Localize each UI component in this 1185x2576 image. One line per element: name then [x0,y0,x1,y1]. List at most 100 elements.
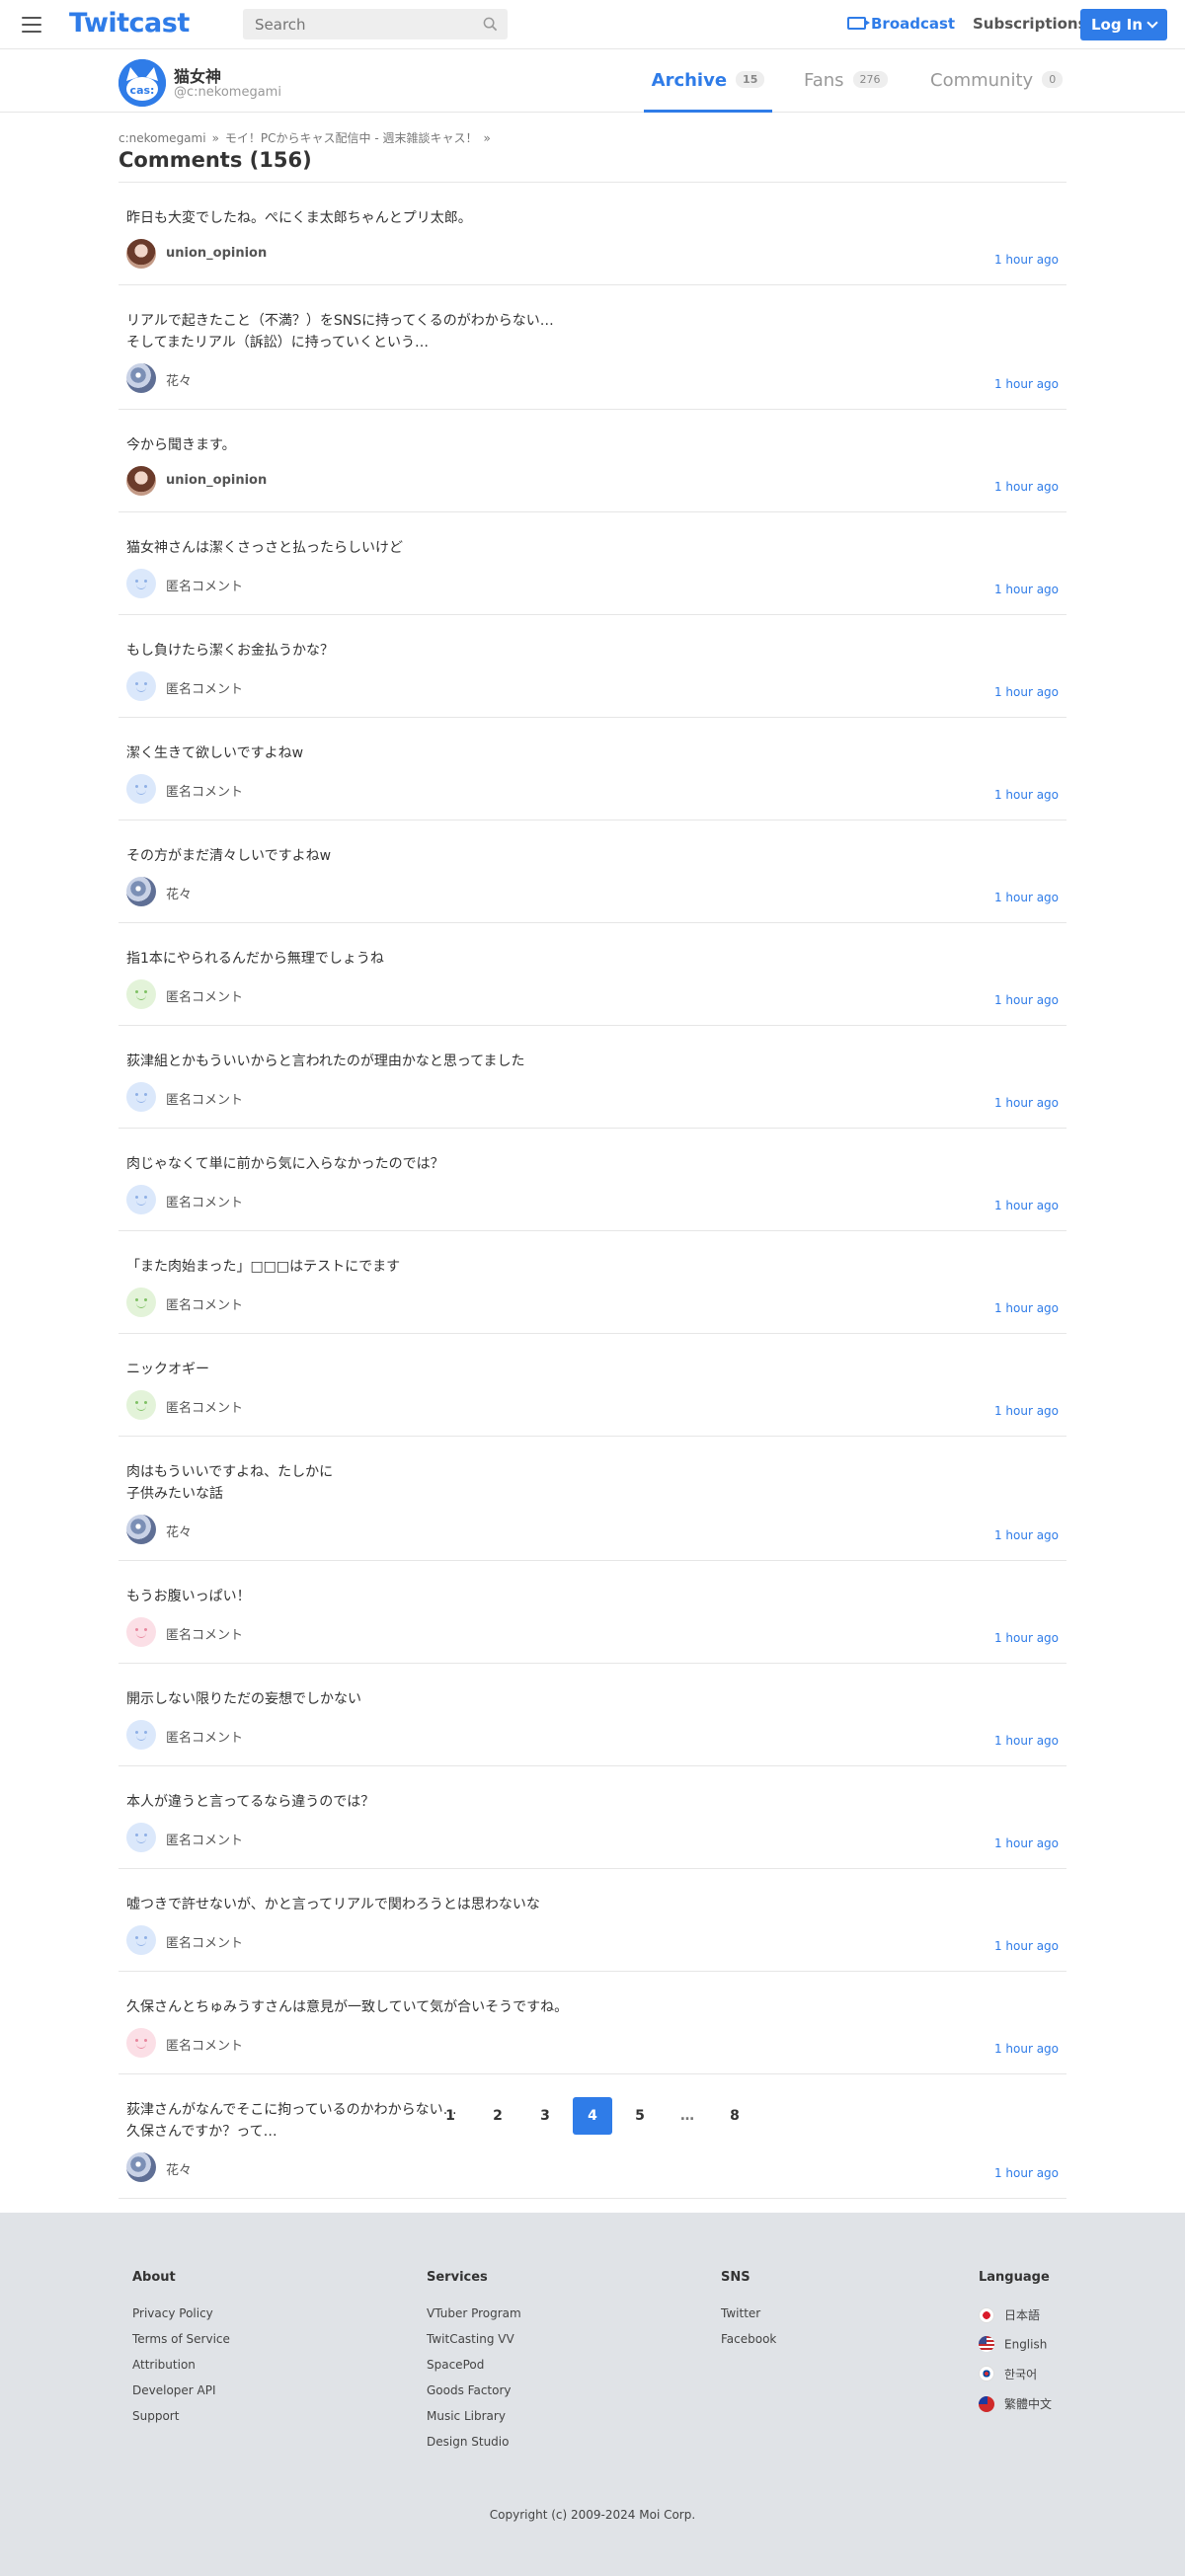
subscriptions-link[interactable]: Subscriptions [973,15,1087,33]
comment-username[interactable]: 匿名コメント [166,576,243,594]
footer-link-design-studio[interactable]: Design Studio [427,2435,521,2449]
tab-community[interactable]: Community 0 [930,49,1064,113]
comment-timestamp[interactable]: 1 hour ago [994,685,1059,699]
page-link-5[interactable]: 5 [620,2097,660,2135]
comment-timestamp[interactable]: 1 hour ago [994,377,1059,391]
language-option-en[interactable]: English [979,2335,1052,2353]
comment-timestamp[interactable]: 1 hour ago [994,891,1059,904]
comment-username[interactable]: 花々 [166,2159,192,2178]
comment-timestamp[interactable]: 1 hour ago [994,1096,1059,1110]
comment-timestamp[interactable]: 1 hour ago [994,1631,1059,1645]
comment-username[interactable]: 匿名コメント [166,2035,243,2054]
footer-link-vtuber[interactable]: VTuber Program [427,2306,521,2320]
footer-link-facebook[interactable]: Facebook [721,2332,776,2346]
comment-username[interactable]: 匿名コメント [166,1294,243,1313]
comment-item: 猫女神さんは潔くさっさと払ったらしいけど 匿名コメント 1 hour ago [118,512,1066,615]
comment-timestamp[interactable]: 1 hour ago [994,1528,1059,1542]
comment-timestamp[interactable]: 1 hour ago [994,993,1059,1007]
user-avatar[interactable] [126,1515,156,1544]
footer-link-spacepod[interactable]: SpacePod [427,2358,521,2372]
broadcast-label: Broadcast [871,15,956,33]
comment-timestamp[interactable]: 1 hour ago [994,1404,1059,1418]
user-avatar[interactable] [126,466,156,496]
page-link-8[interactable]: 8 [715,2097,754,2135]
footer-link-twitcasting-vv[interactable]: TwitCasting VV [427,2332,521,2346]
comment-timestamp[interactable]: 1 hour ago [994,1836,1059,1850]
comment-username[interactable]: 匿名コメント [166,1830,243,1848]
comment-timestamp[interactable]: 1 hour ago [994,1939,1059,1953]
page-link-2[interactable]: 2 [478,2097,517,2135]
tab-archive[interactable]: Archive 15 [644,49,772,113]
page-link-1[interactable]: 1 [431,2097,470,2135]
footer-link-support[interactable]: Support [132,2409,230,2423]
user-avatar[interactable] [126,363,156,393]
comment-username[interactable]: 匿名コメント [166,1932,243,1951]
search-input[interactable] [243,9,470,39]
user-avatar[interactable] [126,671,156,701]
user-avatar[interactable] [126,774,156,804]
comment-username[interactable]: 花々 [166,884,192,902]
footer-link-terms[interactable]: Terms of Service [132,2332,230,2346]
comment-timestamp[interactable]: 1 hour ago [994,583,1059,596]
comment-timestamp[interactable]: 1 hour ago [994,1734,1059,1748]
footer-link-music-library[interactable]: Music Library [427,2409,521,2423]
search-icon[interactable] [483,17,498,32]
comment-username[interactable]: 匿名コメント [166,678,243,697]
tab-fans[interactable]: Fans 276 [804,49,888,113]
login-button[interactable]: Log In [1080,9,1167,40]
comment-timestamp[interactable]: 1 hour ago [994,2166,1059,2180]
comment-timestamp[interactable]: 1 hour ago [994,480,1059,494]
footer-link-attribution[interactable]: Attribution [132,2358,230,2372]
language-option-ja[interactable]: 日本語 [979,2306,1052,2324]
site-logo[interactable]: Twitcast [69,8,190,39]
comment-timestamp[interactable]: 1 hour ago [994,1301,1059,1315]
footer-link-twitter[interactable]: Twitter [721,2306,776,2320]
comment-timestamp[interactable]: 1 hour ago [994,2042,1059,2056]
page-link-4[interactable]: 4 [573,2097,612,2135]
comment-timestamp[interactable]: 1 hour ago [994,788,1059,802]
comment-username[interactable]: union_opinion [166,473,267,488]
footer-link-privacy[interactable]: Privacy Policy [132,2306,230,2320]
user-avatar[interactable] [126,877,156,906]
user-avatar[interactable] [126,1925,156,1955]
channel-avatar[interactable]: cas: [118,59,166,107]
comment-username[interactable]: 匿名コメント [166,1397,243,1416]
user-avatar[interactable] [126,1082,156,1112]
comment-username[interactable]: 花々 [166,370,192,389]
comment-timestamp[interactable]: 1 hour ago [994,1199,1059,1212]
user-avatar[interactable] [126,979,156,1009]
comment-username[interactable]: union_opinion [166,246,267,261]
user-avatar[interactable] [126,569,156,598]
user-avatar[interactable] [126,1390,156,1420]
user-avatar[interactable] [126,1288,156,1317]
footer-link-developer-api[interactable]: Developer API [132,2383,230,2397]
user-avatar[interactable] [126,1720,156,1750]
breadcrumb-channel[interactable]: c:nekomegami [118,131,206,145]
comment-username[interactable]: 匿名コメント [166,1089,243,1108]
user-avatar[interactable] [126,1823,156,1852]
channel-name[interactable]: 猫女神 [174,63,221,87]
user-avatar[interactable] [126,239,156,269]
channel-nav: cas: 猫女神 @c:nekomegami Archive 15 Fans 276… [0,49,1185,113]
user-avatar[interactable] [126,1617,156,1647]
user-avatar[interactable] [126,2152,156,2182]
breadcrumb-movie[interactable]: モイ！PCからキャス配信中 - 週末雑談キャス！ [225,131,478,145]
tab-label: Fans [804,70,844,91]
menu-icon[interactable] [22,17,41,33]
comment-username[interactable]: 匿名コメント [166,1727,243,1746]
page-link-3[interactable]: 3 [525,2097,565,2135]
comment-username[interactable]: 匿名コメント [166,986,243,1005]
language-option-zh-tw[interactable]: 繁體中文 [979,2395,1052,2413]
tab-count: 0 [1042,70,1064,88]
comment-username[interactable]: 花々 [166,1522,192,1540]
broadcast-link[interactable]: Broadcast [847,15,955,33]
language-option-ko[interactable]: 한국어 [979,2366,1052,2383]
comment-username[interactable]: 匿名コメント [166,1192,243,1210]
comment-item: 肉はもういいですよね、たしかに 子供みたいな話 花々 1 hour ago [118,1437,1066,1561]
user-avatar[interactable] [126,2028,156,2058]
comment-username[interactable]: 匿名コメント [166,1624,243,1643]
comment-timestamp[interactable]: 1 hour ago [994,253,1059,267]
user-avatar[interactable] [126,1185,156,1214]
comment-username[interactable]: 匿名コメント [166,781,243,800]
footer-link-goods-factory[interactable]: Goods Factory [427,2383,521,2397]
